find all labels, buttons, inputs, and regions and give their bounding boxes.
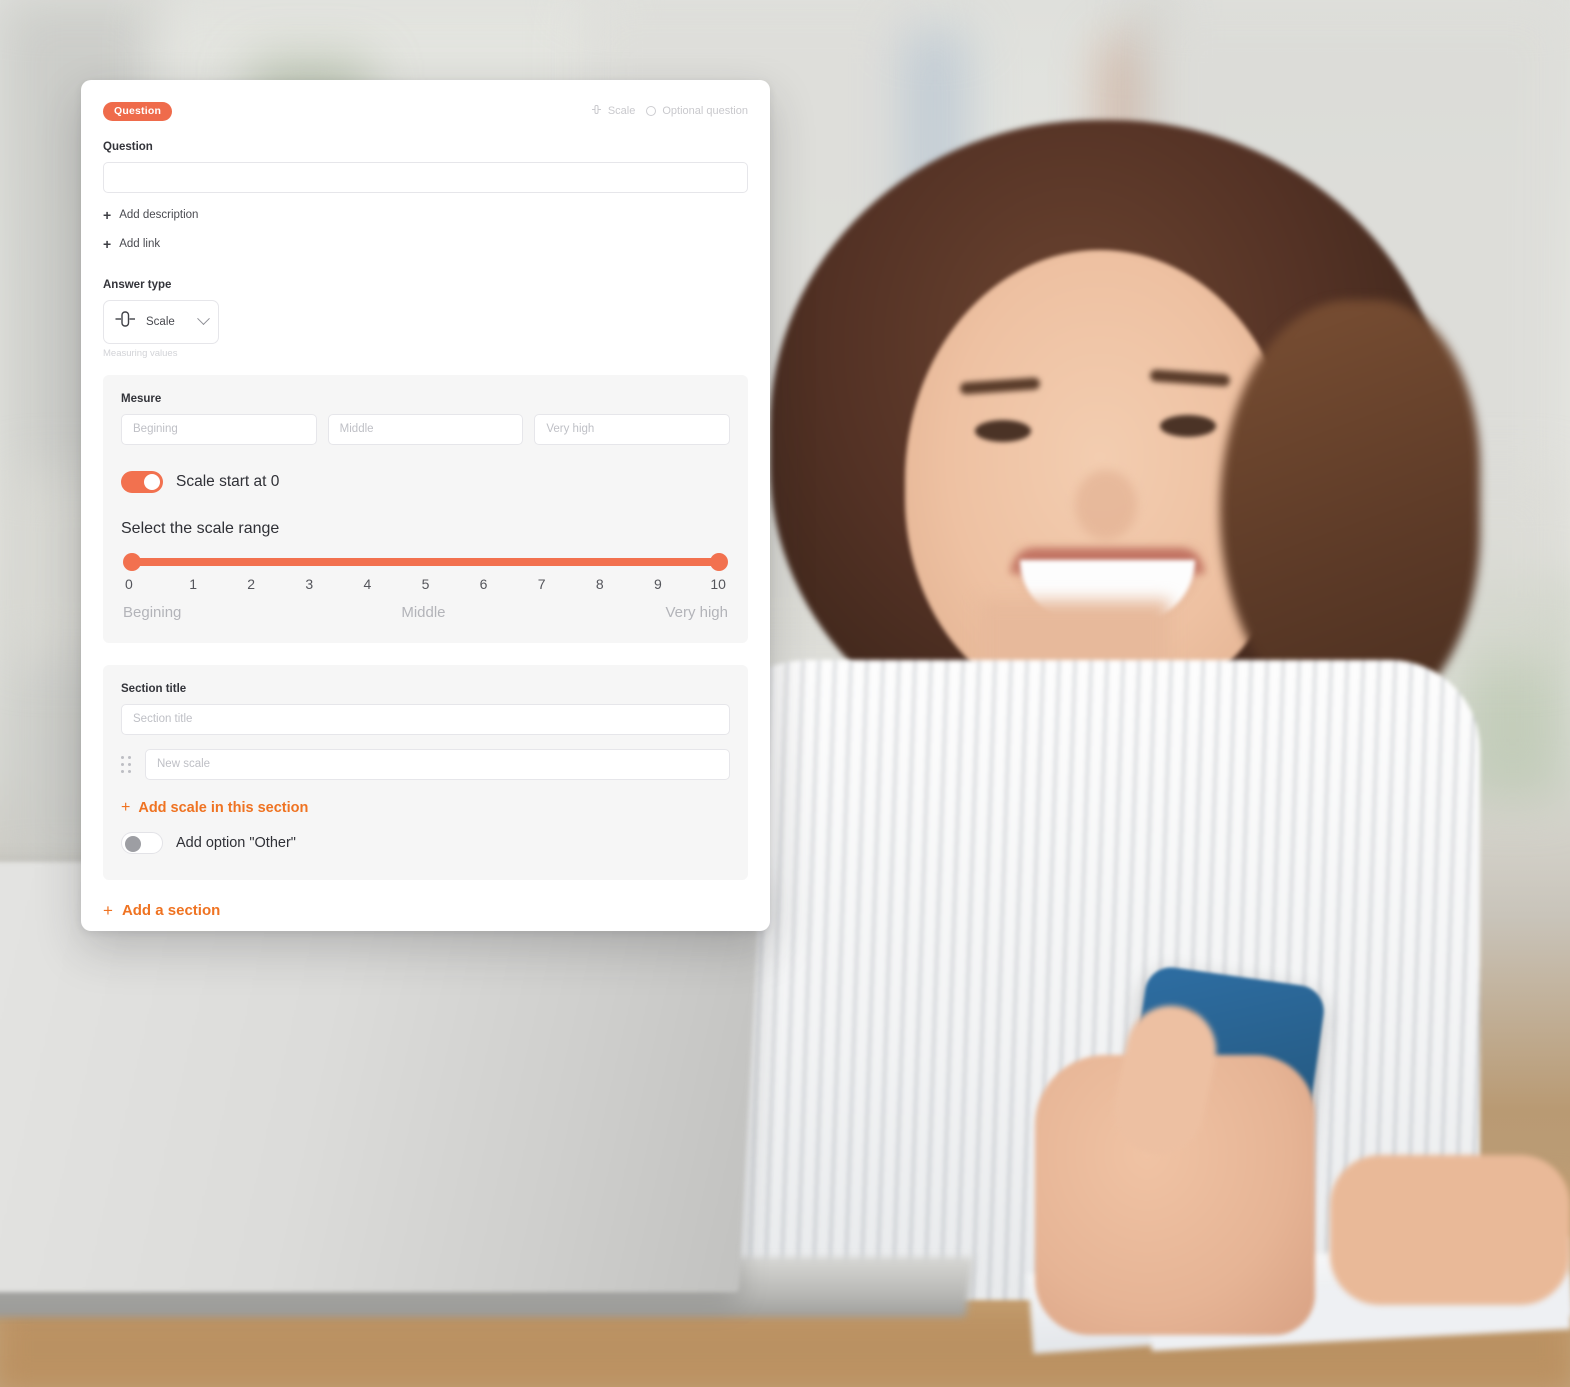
section-panel: Section title + Add scale in this sectio… (103, 664, 748, 880)
measure-input-begining[interactable] (121, 413, 317, 445)
add-other-option-row: Add option "Other" (121, 831, 730, 854)
slider-tick: 3 (305, 575, 314, 592)
slider-track[interactable] (123, 552, 728, 571)
person-hair-right (1220, 300, 1480, 720)
optional-question-label: Optional question (662, 105, 748, 118)
plus-icon: + (103, 206, 112, 223)
status-badge: Question (103, 102, 173, 121)
slider-tick: 6 (479, 575, 488, 592)
question-type-label: Scale (607, 105, 636, 118)
answer-type-label: Answer type (103, 278, 172, 291)
anchor-right: Very high (665, 603, 728, 621)
drag-handle-icon[interactable] (121, 755, 131, 773)
measure-input-very-high[interactable] (534, 413, 731, 445)
new-scale-input[interactable] (145, 748, 730, 780)
slider-tick: 9 (653, 575, 662, 592)
slider-tick: 0 (125, 575, 133, 592)
plus-icon: + (121, 798, 131, 816)
answer-type-select[interactable]: Scale (103, 299, 219, 344)
radio-unchecked-icon (646, 106, 657, 117)
slider-tick: 7 (537, 575, 546, 592)
slider-tick: 10 (710, 575, 726, 592)
add-a-section-button[interactable]: + Add a section (103, 902, 220, 919)
person-nose (1075, 470, 1137, 540)
question-field-label: Question (103, 140, 153, 153)
add-other-option-label: Add option "Other" (176, 834, 296, 851)
add-scale-label: Add scale in this section (138, 799, 309, 816)
add-description-label: Add description (119, 208, 199, 221)
answer-type-group: Answer type Scale Measuring values (103, 279, 748, 359)
slider-tick: 8 (595, 575, 604, 592)
plus-icon: + (103, 900, 113, 920)
scale-range-title: Select the scale range (121, 519, 280, 537)
add-description-button[interactable]: + Add description (103, 208, 198, 222)
answer-type-value: Scale (146, 315, 175, 328)
measure-inputs-row (121, 413, 731, 445)
scale-start-toggle[interactable] (121, 470, 163, 493)
slider-handle-max[interactable] (710, 552, 728, 571)
slider-handle-min[interactable] (123, 552, 141, 571)
add-link-button[interactable]: + Add link (103, 237, 160, 251)
scale-start-label: Scale start at 0 (176, 472, 280, 490)
plus-icon: + (103, 235, 112, 252)
person-eye-left (975, 420, 1031, 442)
toggle-knob (144, 473, 160, 490)
add-link-label: Add link (119, 237, 161, 250)
toggle-knob (125, 835, 141, 852)
scale-range-slider[interactable]: 0 1 2 3 4 5 6 7 8 9 10 Begining Middle V… (121, 552, 730, 621)
card-header: Question Scale Optional question (103, 102, 748, 121)
card-header-actions: Scale Optional question (591, 104, 748, 118)
add-other-option-toggle[interactable] (121, 831, 163, 854)
section-title-input[interactable] (121, 703, 730, 735)
slider-anchor-row: Begining Middle Very high (123, 604, 728, 621)
chevron-down-icon (197, 312, 210, 326)
scale-slider-icon (114, 309, 136, 334)
measure-input-middle[interactable] (327, 413, 524, 445)
slider-tick: 2 (247, 575, 256, 592)
scale-item-row (121, 748, 730, 780)
question-editor-card: Question Scale Optional question Questio… (81, 80, 770, 931)
scale-icon (591, 104, 602, 118)
slider-tick-row: 0 1 2 3 4 5 6 7 8 9 10 (123, 576, 728, 592)
slider-tick: 4 (363, 575, 372, 592)
anchor-middle: Middle (401, 603, 446, 621)
section-title-label: Section title (121, 682, 187, 695)
anchor-left: Begining (123, 603, 182, 621)
measure-label: Mesure (121, 392, 162, 405)
measure-panel: Mesure Scale start at 0 Select the scale… (103, 374, 748, 643)
add-scale-in-section-button[interactable]: + Add scale in this section (121, 798, 309, 816)
slider-tick: 1 (189, 575, 197, 592)
scale-start-row: Scale start at 0 (121, 470, 730, 493)
question-type-indicator[interactable]: Scale (591, 104, 636, 118)
person-eye-right (1160, 415, 1216, 437)
answer-type-helper: Measuring values (103, 347, 178, 359)
question-input[interactable] (103, 161, 748, 193)
slider-tick: 5 (421, 575, 430, 592)
optional-question-toggle[interactable]: Optional question (646, 105, 748, 117)
add-a-section-label: Add a section (121, 901, 221, 919)
person-hand-right (1330, 1155, 1570, 1305)
